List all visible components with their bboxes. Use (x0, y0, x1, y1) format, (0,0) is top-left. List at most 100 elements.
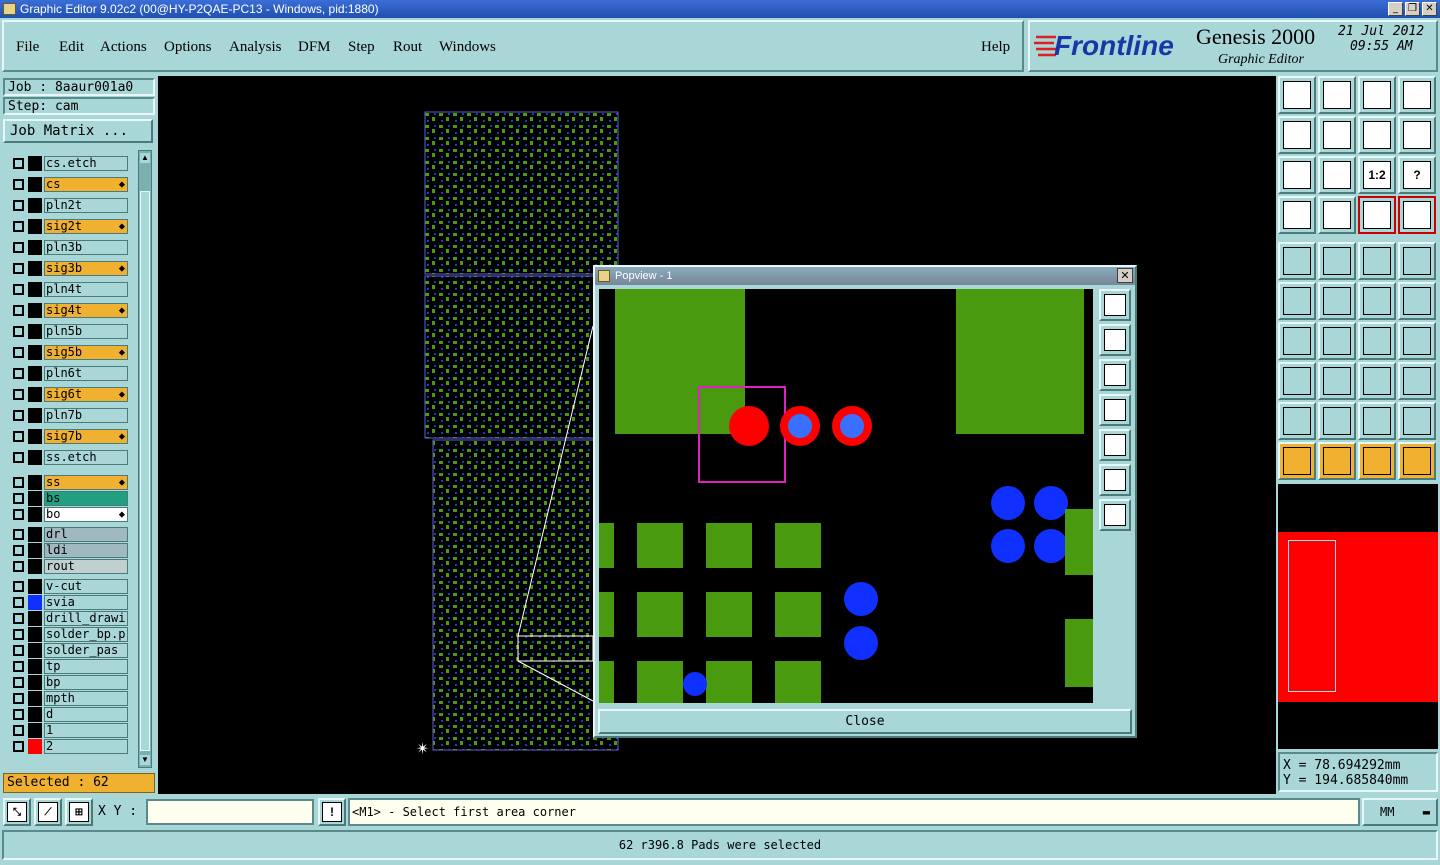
layer-row[interactable]: ss.etch (8, 450, 128, 465)
select-box-icon[interactable] (1318, 442, 1356, 480)
add-line-icon[interactable] (1318, 242, 1356, 280)
layer-checkbox[interactable] (13, 661, 24, 672)
net-highlight-icon[interactable] (1398, 196, 1436, 234)
layer-checkbox[interactable] (13, 725, 24, 736)
layer-row[interactable]: sig2t ⬥ (8, 219, 128, 234)
layer-checkbox[interactable] (13, 431, 24, 442)
layer-row[interactable]: sig5b ⬥ (8, 345, 128, 360)
layer-row[interactable]: cs ⬥ (8, 177, 128, 192)
overview-viewport[interactable] (1288, 540, 1336, 692)
popview-zoom-icon[interactable] (1099, 289, 1131, 321)
menu-edit[interactable]: Edit (59, 39, 84, 56)
layer-checkbox[interactable] (13, 221, 24, 232)
select-lasso-icon[interactable] (1358, 442, 1396, 480)
layer-row[interactable]: pln7b (8, 408, 128, 423)
layer-row[interactable]: bs (8, 491, 128, 506)
layer-checkbox[interactable] (13, 677, 24, 688)
layer-name[interactable]: pln2t (44, 198, 128, 213)
layer-name[interactable]: cs.etch (44, 156, 128, 171)
pointer-icon[interactable] (1278, 442, 1316, 480)
job-matrix-button[interactable]: Job Matrix ... (3, 119, 153, 143)
layer-name[interactable]: ldi (44, 543, 128, 558)
layer-row[interactable]: pln2t (8, 198, 128, 213)
layer-row[interactable]: 2 (8, 739, 128, 754)
menu-step[interactable]: Step (348, 39, 375, 56)
layer-checkbox[interactable] (13, 477, 24, 488)
layer-row[interactable]: pln3b (8, 240, 128, 255)
layer-row[interactable]: sig4t ⬥ (8, 303, 128, 318)
layer-row[interactable]: mpth (8, 691, 128, 706)
layer-row[interactable]: sig6t ⬥ (8, 387, 128, 402)
scroll-up-icon[interactable]: ▲ (140, 153, 150, 163)
layer-row[interactable]: sig3b ⬥ (8, 261, 128, 276)
layer-checkbox[interactable] (13, 545, 24, 556)
layer-checkbox[interactable] (13, 581, 24, 592)
maximize-button[interactable]: ❐ (1405, 2, 1420, 16)
net-select-icon[interactable] (1358, 196, 1396, 234)
layer-row[interactable]: pln5b (8, 324, 128, 339)
layer-row[interactable]: drl (8, 527, 128, 542)
select-net-icon[interactable] (1278, 282, 1316, 320)
layer-name[interactable]: tp (44, 659, 128, 674)
mirror-icon[interactable] (1398, 322, 1436, 360)
close-window-button[interactable]: ✕ (1422, 2, 1437, 16)
layer-name[interactable]: solder_bp.p (44, 627, 128, 642)
layer-checkbox[interactable] (13, 347, 24, 358)
layer-checkbox[interactable] (13, 452, 24, 463)
layer-row[interactable]: sig7b ⬥ (8, 429, 128, 444)
layer-checkbox[interactable] (13, 493, 24, 504)
layer-checkbox[interactable] (13, 158, 24, 169)
layer-name[interactable]: sig6t ⬥ (44, 387, 128, 402)
circle-icon[interactable] (1398, 242, 1436, 280)
layer-row[interactable]: cs.etch (8, 156, 128, 171)
menu-help[interactable]: Help (981, 39, 1010, 56)
menu-windows[interactable]: Windows (439, 39, 496, 56)
open-job-icon[interactable] (1278, 76, 1316, 114)
zoom-center-icon[interactable] (1318, 156, 1356, 194)
layer-name[interactable]: pln5b (44, 324, 128, 339)
layer-checkbox[interactable] (13, 529, 24, 540)
layer-name[interactable]: bo ⬥ (44, 507, 128, 522)
layer-name[interactable]: mpth (44, 691, 128, 706)
popview-pan-left-icon[interactable] (1099, 394, 1131, 426)
layer-checkbox[interactable] (13, 561, 24, 572)
group-icon[interactable] (1398, 362, 1436, 400)
layer-name[interactable]: sig2t ⬥ (44, 219, 128, 234)
triangle-red-icon[interactable] (1358, 402, 1396, 440)
layer-row[interactable]: d (8, 707, 128, 722)
layer-name[interactable]: pln4t (44, 282, 128, 297)
measure-icon[interactable]: ⟋ (34, 798, 62, 826)
layer-name[interactable]: drl (44, 527, 128, 542)
layer-checkbox[interactable] (13, 326, 24, 337)
layer-checkbox[interactable] (13, 284, 24, 295)
layer-row[interactable]: pln6t (8, 366, 128, 381)
split-line-icon[interactable] (1318, 362, 1356, 400)
layer-name[interactable]: pln3b (44, 240, 128, 255)
layer-name[interactable]: pln6t (44, 366, 128, 381)
layer-checkbox[interactable] (13, 597, 24, 608)
layer-name[interactable]: cs ⬥ (44, 177, 128, 192)
layer-checkbox[interactable] (13, 242, 24, 253)
zoom-prev-icon[interactable] (1278, 116, 1316, 154)
save-icon[interactable] (1318, 76, 1356, 114)
popview-canvas[interactable] (599, 289, 1093, 703)
popview-close-icon[interactable]: ✕ (1117, 268, 1133, 283)
layer-checkbox[interactable] (13, 368, 24, 379)
popview-fit-icon[interactable] (1099, 464, 1131, 496)
line-blue-icon[interactable] (1318, 322, 1356, 360)
menu-analysis[interactable]: Analysis (229, 39, 282, 56)
popview-pan-down-icon[interactable] (1099, 359, 1131, 391)
popview-pan-right-icon[interactable] (1099, 429, 1131, 461)
layer-name[interactable]: pln7b (44, 408, 128, 423)
popview-close-button[interactable]: Close (598, 709, 1132, 734)
menu-dfm[interactable]: DFM (298, 39, 331, 56)
resize-icon[interactable] (1358, 362, 1396, 400)
layer-checkbox[interactable] (13, 389, 24, 400)
snap-pad-icon[interactable] (1318, 196, 1356, 234)
minimize-button[interactable]: _ (1388, 2, 1403, 16)
layer-checkbox[interactable] (13, 645, 24, 656)
popview-pan-up-icon[interactable] (1099, 324, 1131, 356)
ruler-icon[interactable] (1358, 242, 1396, 280)
layer-name[interactable]: 1 (44, 723, 128, 738)
zoom-next-icon[interactable] (1318, 116, 1356, 154)
